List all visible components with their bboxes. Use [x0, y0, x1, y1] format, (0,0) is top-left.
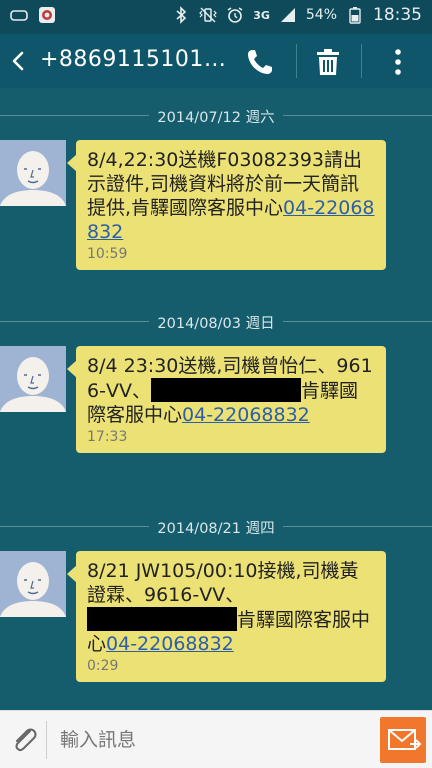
phone-link[interactable]: 04-22068832	[182, 404, 310, 426]
message-time: 0:29	[87, 658, 119, 674]
message-list[interactable]: 2014/07/12 週六 8/4,22:30送機F03082393請出示證件,…	[0, 88, 432, 710]
more-vert-icon[interactable]	[388, 44, 408, 80]
divider	[296, 44, 297, 78]
network-type: 3G	[253, 8, 270, 22]
message-bubble[interactable]: 8/4,22:30送機F03082393請出示證件,司機資料將於前一天簡訊提供,…	[67, 140, 386, 270]
send-envelope-icon	[388, 729, 422, 750]
message-time: 17:33	[87, 429, 128, 445]
conversation-header: +8869115101…	[0, 34, 432, 88]
person-icon	[0, 346, 66, 412]
send-button[interactable]	[380, 717, 426, 763]
app-icon	[39, 7, 55, 23]
date-separator: 2014/08/21 週四	[0, 515, 432, 539]
date-separator: 2014/08/03 週日	[0, 310, 432, 334]
trash-icon[interactable]	[312, 46, 344, 78]
vibrate-icon	[199, 7, 218, 23]
bluetooth-icon	[176, 6, 187, 24]
date-label: 2014/08/03 週日	[149, 316, 283, 332]
date-label: 2014/08/21 週四	[149, 521, 283, 537]
message-time: 10:59	[87, 246, 128, 262]
divider	[46, 721, 47, 759]
paperclip-icon[interactable]	[8, 725, 42, 755]
phone-icon[interactable]	[244, 46, 276, 78]
alarm-icon	[227, 7, 243, 23]
person-icon	[0, 140, 66, 206]
battery-percent: 54%	[305, 7, 337, 23]
message-text[interactable]: 8/21 JW105/00:10接機,司機黃證霖、9616-VV、肯驛國際客服中…	[87, 559, 376, 656]
signal-icon	[280, 8, 295, 22]
message-bubble[interactable]: 8/4 23:30送機,司機曾怡仁、9616-VV、 肯驛國際客服中心04-220…	[67, 346, 386, 453]
avatar[interactable]	[0, 140, 66, 206]
clock: 18:35	[373, 5, 422, 25]
back-arrow-icon[interactable]	[6, 44, 32, 78]
redaction-box	[150, 378, 301, 402]
date-label: 2014/07/12 週六	[149, 110, 283, 126]
avatar[interactable]	[0, 346, 66, 412]
phone-link[interactable]: 04-22068832	[106, 633, 234, 655]
message-text[interactable]: 8/4 23:30送機,司機曾怡仁、9616-VV、 肯驛國際客服中心04-220…	[87, 354, 376, 427]
divider	[361, 44, 362, 78]
avatar[interactable]	[0, 551, 66, 617]
message-text[interactable]: 8/4,22:30送機F03082393請出示證件,司機資料將於前一天簡訊提供,…	[87, 148, 376, 244]
status-bar: 3G 54% 18:35	[0, 0, 432, 34]
battery-icon	[349, 7, 361, 24]
message-bubble[interactable]: 8/21 JW105/00:10接機,司機黃證霖、9616-VV、肯驛國際客服中…	[67, 551, 386, 682]
contact-title[interactable]: +8869115101…	[40, 47, 230, 72]
person-icon	[0, 551, 66, 617]
notification-icon	[10, 10, 28, 21]
redaction-box	[87, 607, 237, 631]
date-separator: 2014/07/12 週六	[0, 104, 432, 128]
compose-bar	[0, 710, 432, 768]
message-input[interactable]	[52, 723, 372, 757]
